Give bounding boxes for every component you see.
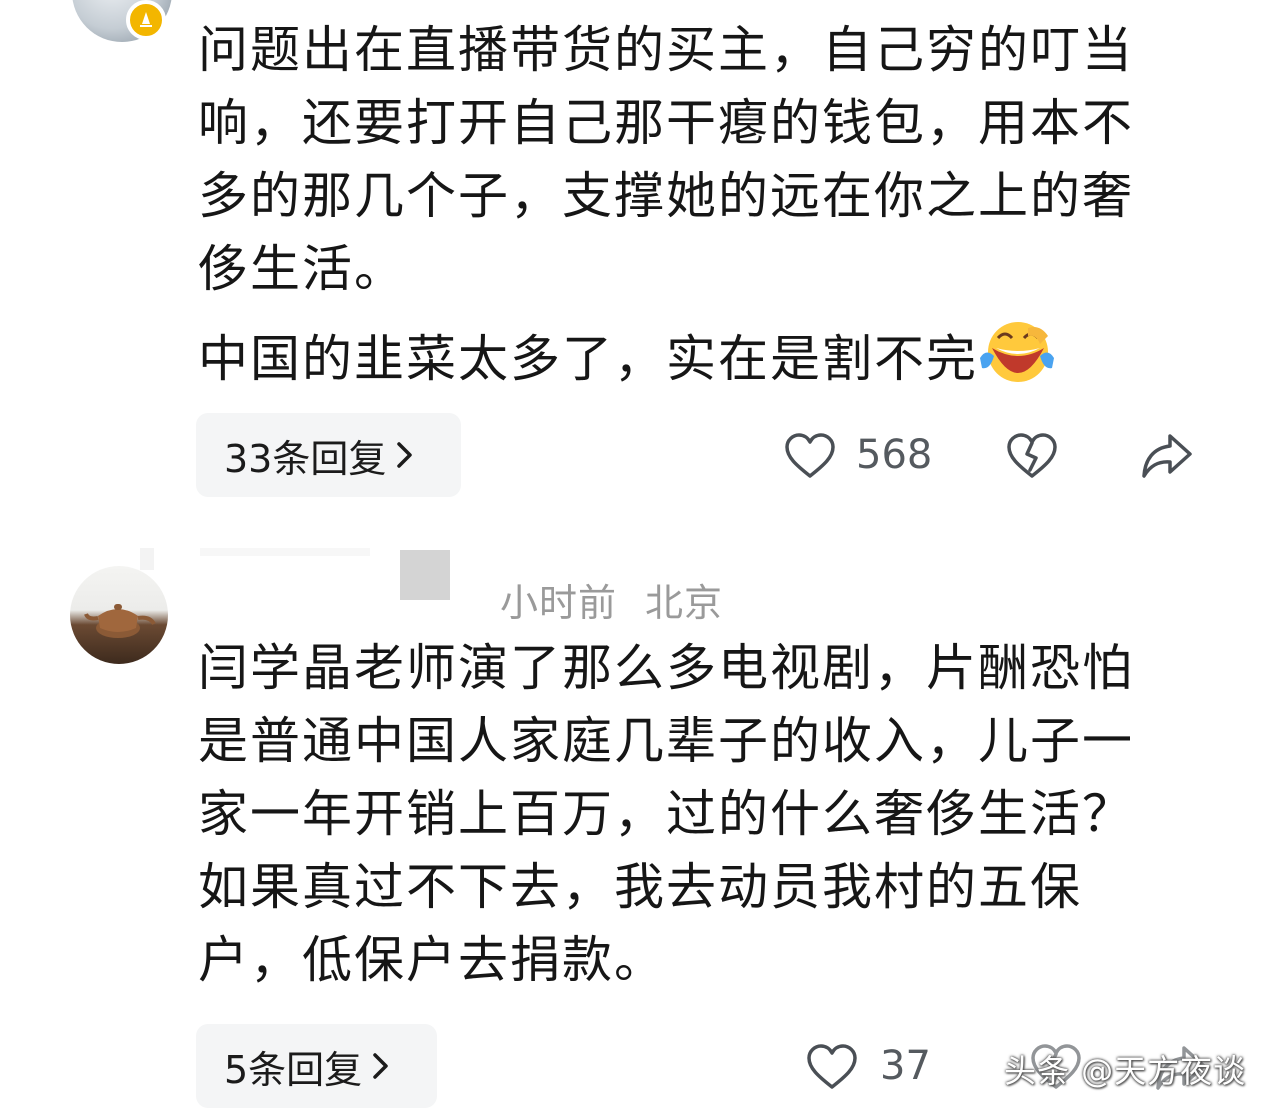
view-replies-button[interactable]: 5条回复	[196, 1024, 437, 1108]
comment-text: 闫学晶老师演了那么多电视剧，片酬恐怕是普通中国人家庭几辈子的收入，儿子一家一年开…	[198, 639, 1134, 989]
share-arrow-icon[interactable]	[1140, 430, 1194, 480]
chevron-right-icon	[373, 1053, 388, 1079]
watermark: 头条 @天方夜谈	[1004, 1052, 1247, 1090]
comment-meta: 小时前 北京	[500, 572, 723, 627]
privacy-mask	[140, 548, 154, 570]
like-heart-icon[interactable]	[806, 1043, 858, 1091]
comment-text-continued: 中国的韭菜太多了，实在是割不完	[198, 330, 978, 388]
chevron-right-icon	[397, 442, 413, 468]
username-mask	[400, 550, 450, 600]
like-heart-icon[interactable]	[784, 432, 836, 480]
reply-count-label: 33条回复	[224, 436, 387, 481]
avatar-teapot-image	[84, 604, 156, 638]
like-count: 568	[856, 432, 933, 478]
verified-badge-icon	[126, 0, 166, 40]
reply-count-label: 5条回复	[224, 1047, 363, 1092]
comment-time: 小时前	[500, 581, 618, 625]
dislike-broken-heart-icon[interactable]	[1006, 432, 1058, 480]
laughing-crying-emoji-icon	[980, 322, 1054, 382]
comment-text-second-line: 中国的韭菜太多了，实在是割不完	[198, 318, 1158, 396]
comment-location: 北京	[645, 581, 724, 625]
avatar[interactable]	[70, 566, 168, 664]
comment-text: 问题出在直播带货的买主，自己穷的叮当响，还要打开自己那干瘪的钱包，用本不多的那几…	[198, 21, 1134, 298]
privacy-mask	[200, 548, 370, 556]
view-replies-button[interactable]: 33条回复	[196, 413, 461, 497]
like-count: 37	[880, 1043, 931, 1089]
